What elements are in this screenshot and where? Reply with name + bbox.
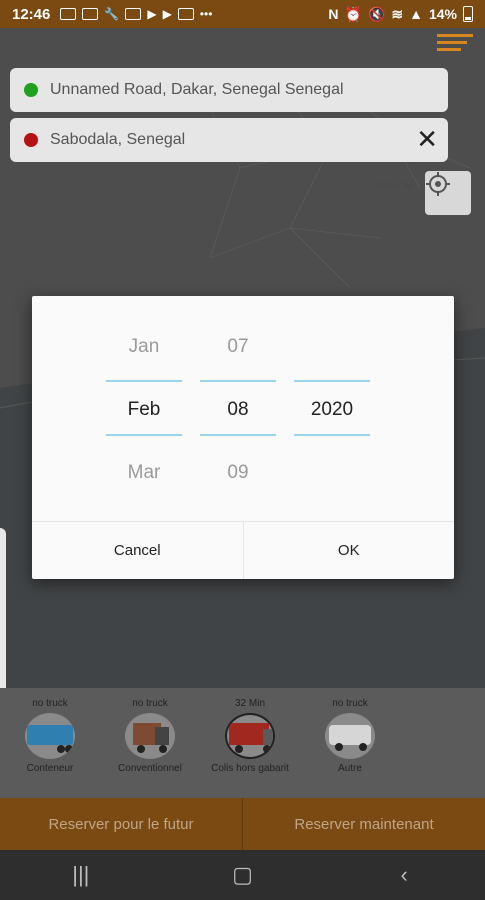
ok-button[interactable]: OK bbox=[244, 522, 455, 579]
reserve-now-button[interactable]: Reserver maintenant bbox=[243, 798, 485, 850]
origin-dot-icon bbox=[24, 83, 38, 97]
oversize-truck-icon bbox=[225, 713, 275, 759]
day-next[interactable]: 09 bbox=[200, 462, 276, 484]
vehicle-name: Conventionnel bbox=[118, 763, 182, 774]
battery-icon bbox=[463, 6, 473, 22]
wrench-icon: 🔧 bbox=[104, 7, 120, 21]
date-spinners: Jan Feb Mar 07 08 09 2020 bbox=[32, 296, 454, 521]
divider bbox=[294, 434, 370, 436]
vehicle-option[interactable]: 32 Min Colis hors gabarit bbox=[200, 688, 300, 798]
system-status: N ⏰ 🔇 ≋ ▲ 14% bbox=[328, 6, 473, 23]
divider bbox=[106, 380, 182, 382]
divider bbox=[200, 380, 276, 382]
notification-icon bbox=[60, 8, 77, 20]
menu-icon[interactable] bbox=[437, 34, 473, 56]
image-icon bbox=[177, 8, 194, 20]
vehicle-option[interactable]: no truck Autre bbox=[300, 688, 400, 798]
play-icon: ▶ bbox=[147, 7, 157, 21]
van-icon bbox=[325, 713, 375, 759]
day-prev[interactable]: 07 bbox=[200, 336, 276, 358]
notification-icons: 🔧 ▶ ▶ ••• bbox=[60, 7, 212, 21]
divider bbox=[200, 434, 276, 436]
status-time: 12:46 bbox=[12, 5, 51, 23]
crosshair-icon bbox=[426, 172, 450, 196]
month-spinner[interactable]: Jan Feb Mar bbox=[106, 296, 182, 521]
play-icon: ▶ bbox=[162, 7, 172, 21]
vehicle-option[interactable]: no truck Conventionnel bbox=[100, 688, 200, 798]
vehicle-status: 32 Min bbox=[234, 698, 265, 709]
vehicle-option[interactable]: no truck Conteneur bbox=[0, 688, 100, 798]
date-picker-dialog: Jan Feb Mar 07 08 09 2020 Cancel OK bbox=[32, 296, 454, 579]
month-prev[interactable]: Jan bbox=[106, 336, 182, 358]
day-current[interactable]: 08 bbox=[200, 399, 276, 421]
system-nav-bar: ||| ▢ ‹ bbox=[0, 850, 485, 900]
month-current[interactable]: Feb bbox=[106, 399, 182, 421]
origin-label: Unnamed Road, Dakar, Senegal Senegal bbox=[50, 81, 344, 98]
container-truck-icon bbox=[25, 713, 75, 759]
flatbed-truck-icon bbox=[125, 713, 175, 759]
my-location-button[interactable] bbox=[425, 171, 471, 215]
reserve-future-button[interactable]: Reserver pour le futur bbox=[0, 798, 243, 850]
close-icon[interactable]: ✕ bbox=[416, 126, 438, 152]
month-next[interactable]: Mar bbox=[106, 462, 182, 484]
vehicle-name: Colis hors gabarit bbox=[211, 763, 289, 774]
recent-apps-icon[interactable]: ||| bbox=[51, 862, 111, 888]
home-icon[interactable]: ▢ bbox=[212, 862, 272, 888]
vehicle-name: Conteneur bbox=[26, 763, 74, 774]
year-spinner[interactable]: 2020 bbox=[294, 296, 370, 521]
day-spinner[interactable]: 07 08 09 bbox=[200, 296, 276, 521]
mute-icon: 🔇 bbox=[367, 5, 386, 22]
status-bar: 12:46 🔧 ▶ ▶ ••• N ⏰ 🔇 ≋ ▲ 14% bbox=[0, 0, 485, 28]
nfc-icon: N bbox=[328, 6, 339, 22]
vehicle-status: no truck bbox=[332, 698, 368, 709]
side-drawer-handle[interactable] bbox=[0, 528, 6, 700]
back-icon[interactable]: ‹ bbox=[374, 862, 434, 888]
image-icon bbox=[125, 8, 142, 20]
more-icon: ••• bbox=[199, 7, 213, 21]
destination-dot-icon bbox=[24, 133, 38, 147]
origin-field[interactable]: Unnamed Road, Dakar, Senegal Senegal bbox=[10, 68, 448, 112]
vehicle-status: no truck bbox=[32, 698, 68, 709]
reserve-bar: Reserver pour le futur Reserver maintena… bbox=[0, 798, 485, 850]
cancel-button[interactable]: Cancel bbox=[32, 522, 244, 579]
battery-percent: 14% bbox=[428, 6, 457, 22]
year-current[interactable]: 2020 bbox=[294, 399, 370, 421]
map-place-label: Keur M bbox=[375, 178, 414, 192]
vehicle-types: no truck Conteneur no truck Conventionne… bbox=[0, 688, 485, 798]
vehicle-name: Autre bbox=[338, 763, 362, 774]
vehicle-status: no truck bbox=[132, 698, 168, 709]
mail-icon bbox=[82, 8, 99, 20]
signal-icon: ▲ bbox=[409, 6, 423, 22]
divider bbox=[106, 434, 182, 436]
wifi-icon: ≋ bbox=[391, 5, 404, 22]
divider bbox=[294, 380, 370, 382]
destination-field[interactable]: Sabodala, Senegal ✕ bbox=[10, 118, 448, 162]
destination-label: Sabodala, Senegal bbox=[50, 131, 186, 148]
alarm-icon: ⏰ bbox=[344, 5, 362, 22]
dialog-actions: Cancel OK bbox=[32, 521, 454, 579]
